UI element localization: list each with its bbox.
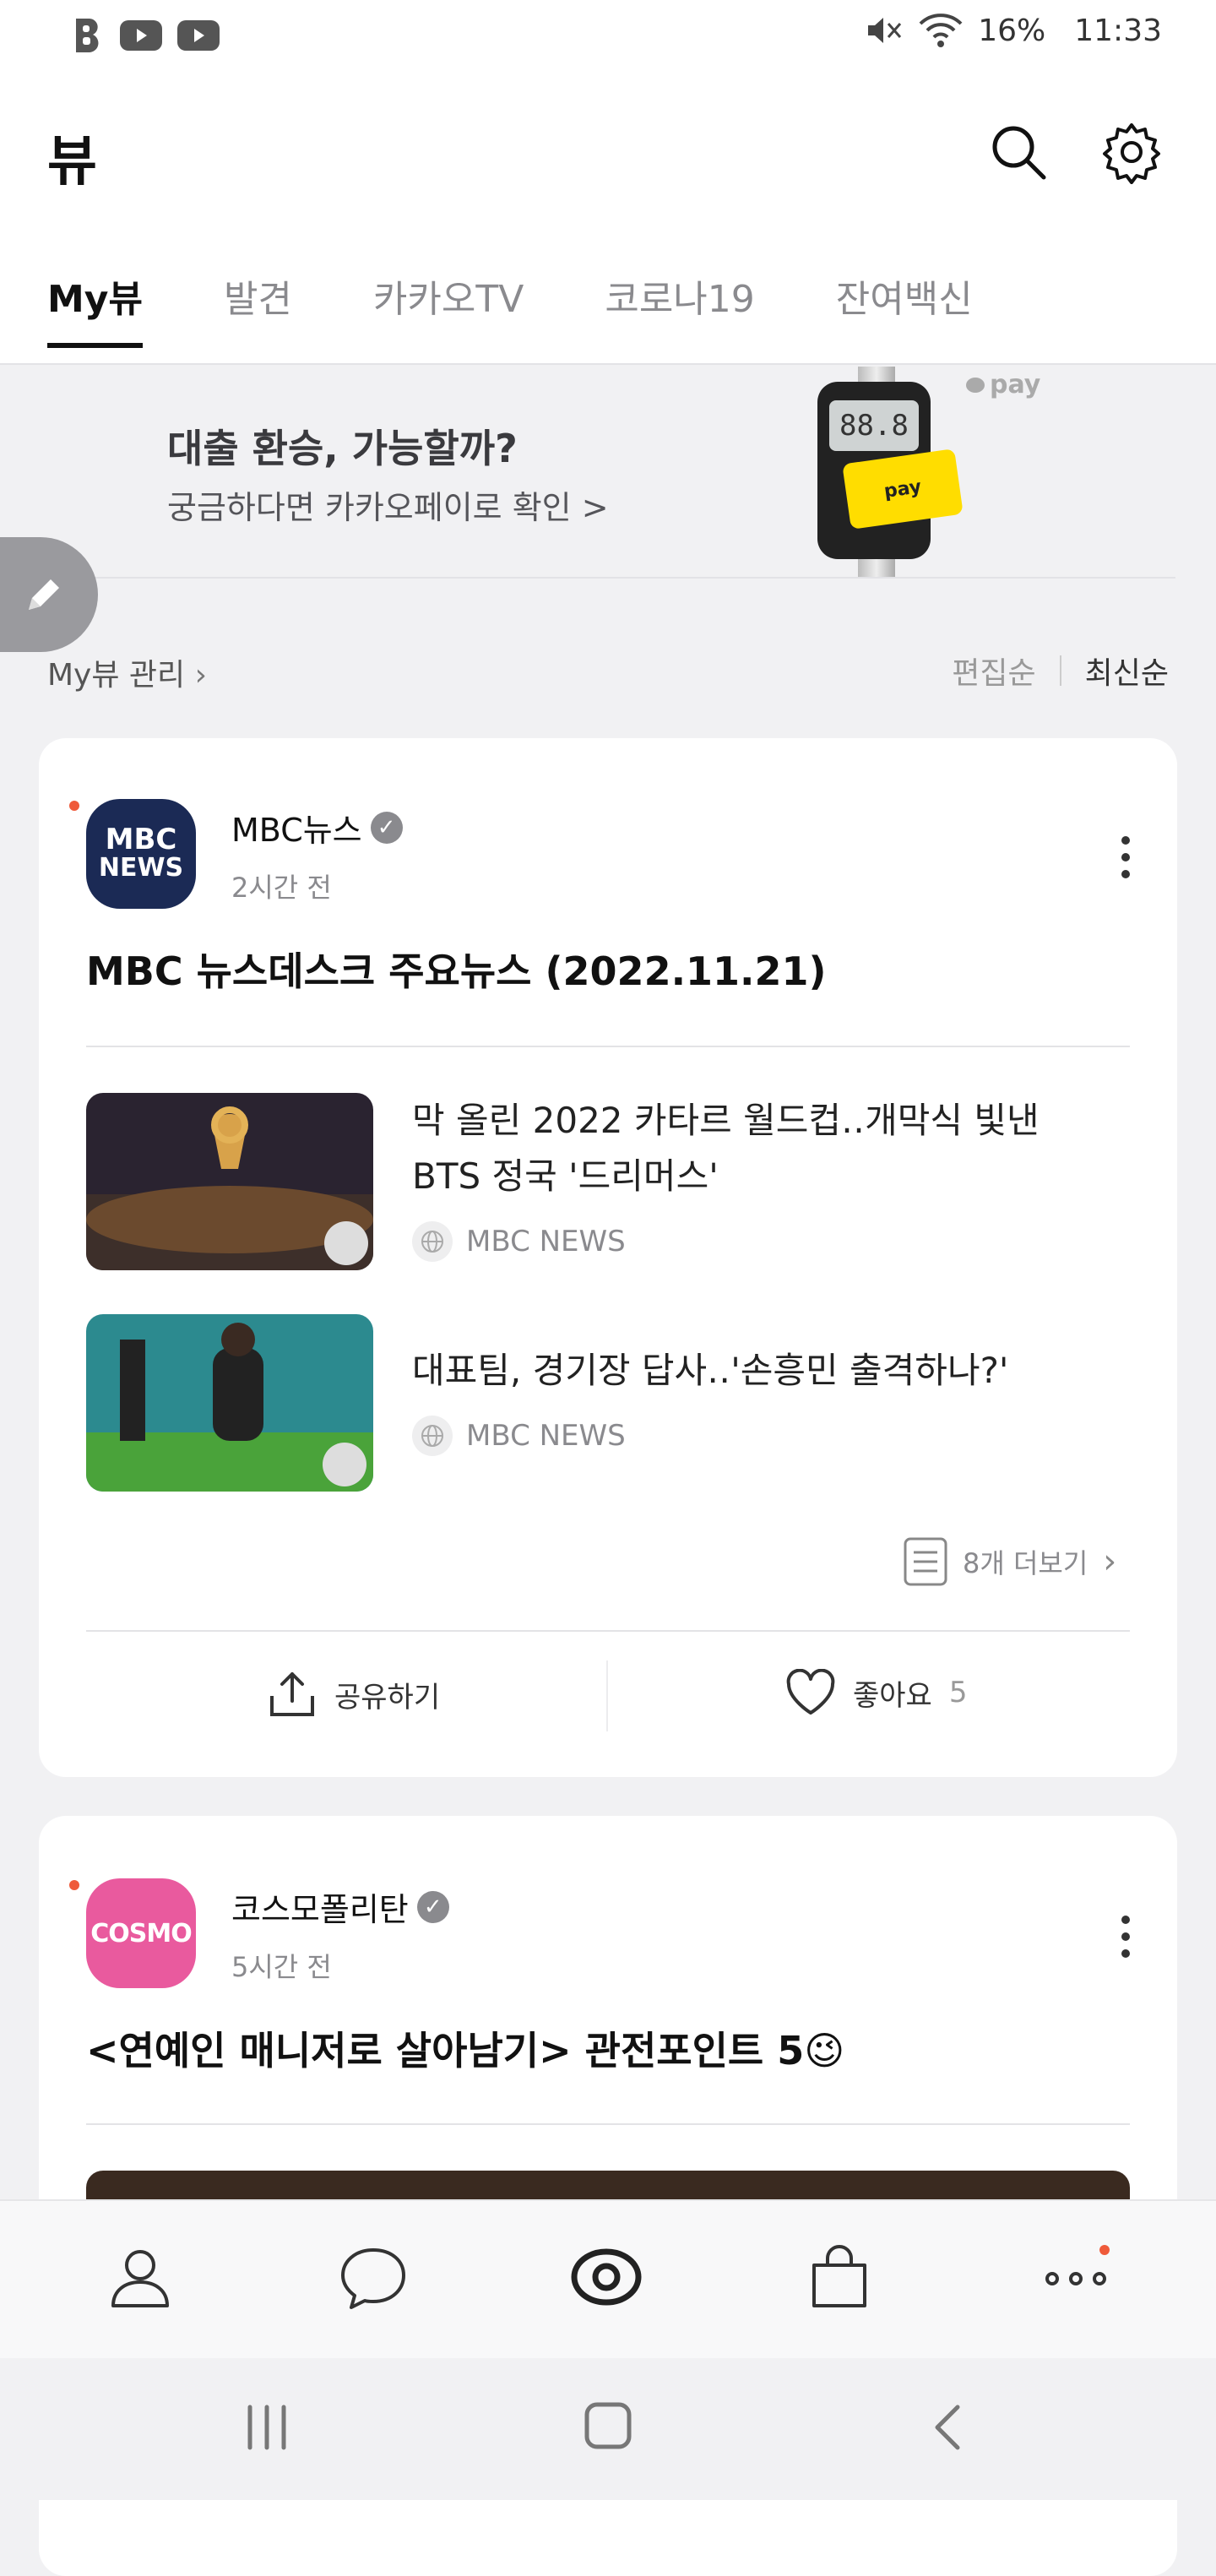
publisher-avatar[interactable]: MBC NEWS (86, 799, 196, 909)
news-source: MBC NEWS (412, 1221, 626, 1262)
chevron-right-icon: › (1103, 1542, 1117, 1581)
heart-icon (786, 1669, 835, 1715)
home-icon[interactable] (583, 2400, 633, 2451)
see-more-link[interactable]: 8개 더보기 › (904, 1537, 1116, 1586)
chat-icon[interactable] (338, 2242, 409, 2312)
share-button[interactable]: 공유하기 (267, 1669, 440, 1720)
card-divider (86, 1630, 1130, 1632)
battery-text: 16% (978, 13, 1046, 48)
share-icon (270, 1672, 314, 1716)
like-button[interactable]: 좋아요 5 (785, 1669, 967, 1716)
sort-edit-order[interactable]: 편집순 (952, 649, 1035, 693)
mute-icon (868, 18, 902, 43)
soccer-image (86, 1314, 373, 1492)
new-indicator-dot (69, 1880, 79, 1890)
news-item-title[interactable]: 막 올린 2022 카타르 월드컵‥개막식 빛낸 BTS 정국 '드리머스' (412, 1093, 1105, 1204)
gear-icon[interactable] (1099, 120, 1164, 184)
card-divider (86, 2123, 1130, 2125)
action-separator (606, 1660, 608, 1731)
pay-logo: pay (966, 370, 1040, 399)
post-time: 5시간 전 (231, 1951, 332, 1983)
globe-icon (412, 1416, 453, 1456)
status-right: 16% 11:33 (865, 12, 1162, 49)
like-label: 좋아요 (853, 1678, 932, 1713)
status-left-icons (71, 17, 220, 54)
pencil-icon (29, 579, 59, 610)
view-icon[interactable] (571, 2242, 642, 2312)
banner-title[interactable]: 대출 환승, 가능할까? (167, 418, 518, 474)
avatar-text-1: MBC (105, 823, 177, 856)
news-source: MBC NEWS (412, 1416, 626, 1456)
globe-icon (412, 1221, 453, 1262)
list-icon (904, 1537, 947, 1586)
banner-subtitle[interactable]: 궁금하다면 카카오페이로 확인 > (167, 481, 609, 528)
share-label: 공유하기 (334, 1680, 441, 1715)
back-icon[interactable] (931, 2402, 964, 2453)
clock: 11:33 (1074, 13, 1162, 48)
chevron-right-icon: › (194, 658, 208, 693)
banner-divider (47, 577, 1175, 579)
avatar-text-2: NEWS (98, 853, 184, 883)
source-name: MBC NEWS (466, 1419, 626, 1453)
sort-latest[interactable]: 최신순 (1085, 649, 1169, 693)
news-thumbnail[interactable] (86, 1093, 373, 1270)
tab-corona19[interactable]: 코로나19 (605, 269, 754, 348)
publisher-avatar[interactable]: COSMO (86, 1878, 196, 1988)
search-icon[interactable] (986, 120, 1050, 184)
news-item-title[interactable]: 대표팀, 경기장 답사‥'손흥민 출격하나?' (412, 1343, 1105, 1399)
more-icon[interactable] (1040, 2242, 1111, 2312)
news-thumbnail[interactable] (86, 1314, 373, 1492)
card-headline[interactable]: <연예인 매니저로 살아남기> 관전포인트 5😉 (86, 2020, 844, 2076)
manage-label: My뷰 관리 (47, 658, 186, 693)
wifi-icon (919, 14, 963, 47)
publisher-name: 코스모폴리탄 (231, 1891, 409, 1928)
youtube-icon (177, 20, 220, 51)
chat-bubble-icon (966, 377, 985, 393)
post-time: 2시간 전 (231, 872, 332, 904)
verified-badge-icon: ✓ (370, 811, 403, 844)
publisher-name-row[interactable]: MBC뉴스 ✓ (231, 804, 403, 851)
b-icon (76, 19, 99, 52)
source-name: MBC NEWS (466, 1225, 626, 1258)
more-options-icon[interactable] (1121, 1916, 1133, 1958)
card-divider (86, 1046, 1130, 1047)
see-more-label: 8개 더보기 (963, 1547, 1088, 1579)
tab-my-view[interactable]: My뷰 (47, 269, 143, 348)
verified-badge-icon: ✓ (416, 1890, 449, 1923)
banner-device-image: 88.8 pay (816, 367, 968, 578)
publisher-name: MBC뉴스 (231, 812, 362, 849)
sort-separator (1059, 655, 1061, 686)
page-title: 뷰 (47, 131, 97, 193)
tab-kakaotv[interactable]: 카카오TV (373, 269, 524, 348)
status-bar: 16% 11:33 (0, 0, 1216, 76)
tab-vaccine[interactable]: 잔여백신 (836, 269, 973, 348)
stadium-image (86, 1093, 373, 1270)
avatar-text-1: COSMO (90, 1918, 192, 1948)
youtube-icon (120, 20, 162, 51)
shopping-icon[interactable] (804, 2242, 875, 2312)
like-count: 5 (948, 1676, 968, 1709)
tab-discover[interactable]: 발견 (224, 269, 292, 348)
card-headline[interactable]: MBC 뉴스데스크 주요뉴스 (2022.11.21) (86, 941, 827, 997)
sort-options: 편집순 최신순 (952, 649, 1169, 693)
new-indicator-dot (69, 801, 79, 811)
pay-logo-text: pay (990, 370, 1041, 399)
profile-icon[interactable] (105, 2242, 176, 2312)
device-screen: 88.8 (829, 400, 919, 451)
my-view-manage-link[interactable]: My뷰 관리 › (47, 650, 207, 694)
tab-bar: My뷰 발견 카카오TV 코로나19 잔여백신 (47, 269, 1054, 348)
publisher-name-row[interactable]: 코스모폴리탄 ✓ (231, 1883, 449, 1930)
more-options-icon[interactable] (1121, 836, 1133, 878)
recent-apps-icon[interactable] (242, 2404, 292, 2451)
